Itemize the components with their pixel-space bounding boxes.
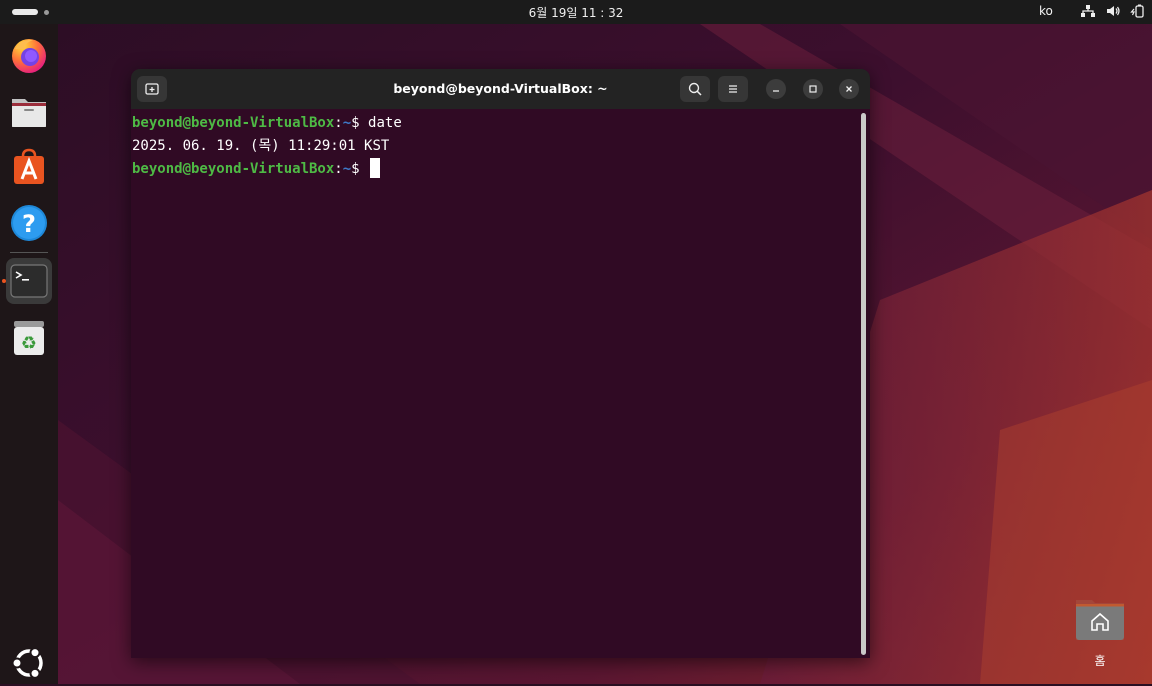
close-icon — [846, 86, 852, 92]
language-indicator[interactable]: ko — [1039, 4, 1053, 18]
app-center-icon — [14, 148, 44, 184]
command-output: 2025. 06. 19. (목) 11:29:01 KST — [132, 138, 390, 154]
clock-text[interactable]: 6월 19일 11 : 32 — [529, 6, 624, 20]
search-button[interactable] — [680, 76, 710, 102]
command-text: date — [368, 115, 402, 131]
svg-text:?: ? — [22, 210, 36, 238]
scrollbar[interactable] — [861, 113, 866, 655]
dock-item-firefox[interactable] — [6, 32, 52, 78]
terminal-titlebar[interactable]: beyond@beyond-VirtualBox: ~ — [131, 69, 870, 109]
hamburger-menu-icon — [729, 85, 737, 93]
terminal-output-area[interactable]: beyond@beyond-VirtualBox:~$ date 2025. 0… — [131, 112, 856, 658]
firefox-icon — [12, 39, 46, 73]
menu-button[interactable] — [718, 76, 748, 102]
volume-icon[interactable] — [1105, 3, 1121, 19]
network-icon[interactable] — [1080, 3, 1096, 19]
trash-icon: ♻ — [14, 321, 44, 355]
dock-separator — [10, 252, 48, 253]
terminal-line: 2025. 06. 19. (목) 11:29:01 KST — [131, 135, 856, 158]
terminal-line: beyond@beyond-VirtualBox:~$ date — [131, 112, 856, 135]
prompt-colon: : — [334, 161, 343, 177]
system-tray[interactable] — [1080, 3, 1146, 19]
prompt-colon: : — [334, 115, 343, 131]
running-indicator — [2, 279, 6, 283]
home-folder-icon[interactable] — [1074, 596, 1126, 642]
prompt-path: ~ — [342, 115, 352, 131]
ubuntu-logo-icon — [11, 647, 43, 679]
dock-item-files[interactable] — [6, 88, 52, 134]
terminal-window[interactable]: beyond@beyond-VirtualBox: ~ beyond@beyon… — [131, 69, 870, 658]
home-folder-label[interactable]: 홈 — [1070, 652, 1130, 669]
prompt-user-host: beyond@beyond-VirtualBox — [132, 115, 335, 131]
dock-item-app-center[interactable] — [6, 144, 52, 190]
dock: ? ♻ — [0, 24, 58, 684]
maximize-icon — [809, 85, 817, 93]
prompt-path: ~ — [342, 161, 352, 177]
window-title: beyond@beyond-VirtualBox: ~ — [393, 81, 608, 96]
minimize-icon — [773, 90, 779, 92]
dock-item-trash[interactable]: ♻ — [6, 314, 52, 360]
clock[interactable]: 6월 19일 11 : 32 — [0, 4, 1152, 21]
terminal-line: beyond@beyond-VirtualBox:~$ — [131, 158, 856, 181]
prompt-symbol: $ — [351, 115, 360, 131]
help-icon: ? — [11, 205, 47, 241]
prompt-user-host: beyond@beyond-VirtualBox — [132, 161, 335, 177]
prompt-symbol: $ — [351, 161, 360, 177]
text-cursor — [370, 158, 381, 178]
terminal-icon — [10, 264, 48, 298]
minimize-button[interactable] — [766, 79, 786, 99]
dock-item-help[interactable]: ? — [6, 200, 52, 246]
dock-item-terminal[interactable] — [6, 258, 52, 304]
folder-icon — [12, 99, 46, 127]
top-bar: 6월 19일 11 : 32 ko — [0, 0, 1152, 24]
svg-text:♻: ♻ — [21, 333, 37, 354]
search-icon — [688, 82, 702, 96]
close-button[interactable] — [839, 79, 859, 99]
battery-icon[interactable] — [1130, 3, 1146, 19]
maximize-button[interactable] — [803, 79, 823, 99]
show-apps-button[interactable] — [6, 640, 52, 686]
